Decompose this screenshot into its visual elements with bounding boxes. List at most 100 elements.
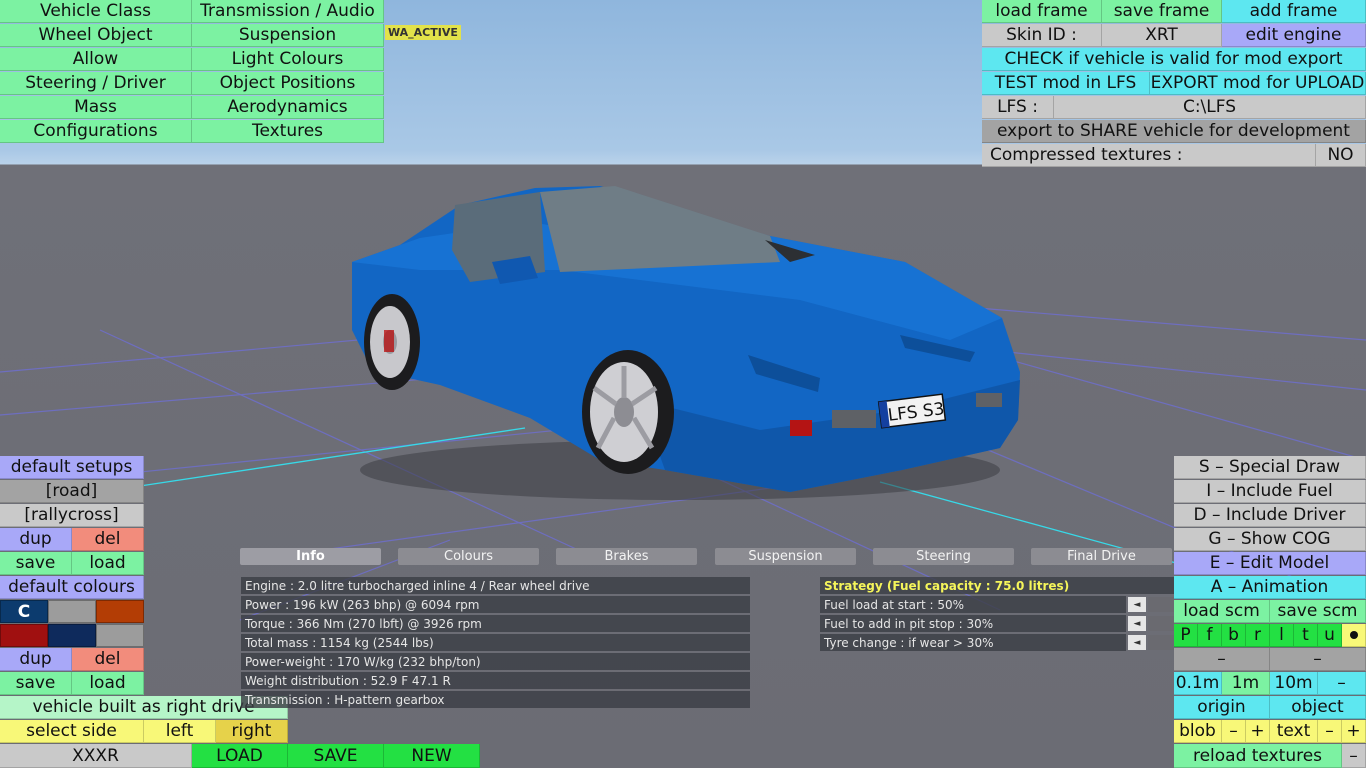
- strategy-fuel-pit: Fuel to add in pit stop : 30%: [820, 615, 1126, 632]
- step-minus-button[interactable]: –: [1318, 672, 1366, 695]
- menu-light-colours[interactable]: Light Colours: [192, 48, 384, 71]
- tab-final-drive[interactable]: Final Drive: [1031, 548, 1172, 565]
- tyre-change-slider[interactable]: [1148, 635, 1174, 650]
- strategy-tyre-change: Tyre change : if wear > 30%: [820, 634, 1126, 651]
- menu-vehicle-class[interactable]: Vehicle Class: [0, 0, 192, 23]
- front-wheel: [582, 350, 674, 474]
- view-l-button[interactable]: l: [1270, 624, 1294, 647]
- colour-swatch-5[interactable]: [48, 624, 96, 647]
- colours-del-button[interactable]: del: [72, 648, 144, 671]
- menu-textures[interactable]: Textures: [192, 120, 384, 143]
- test-mod-button[interactable]: TEST mod in LFS: [982, 72, 1150, 95]
- menu-transmission-audio[interactable]: Transmission / Audio: [192, 0, 384, 23]
- setup-rallycross[interactable]: [rallycross]: [0, 504, 144, 527]
- reload-textures-button[interactable]: reload textures: [1174, 744, 1342, 768]
- text-plus-button[interactable]: +: [1342, 720, 1366, 743]
- setup-load-button[interactable]: load: [72, 552, 144, 575]
- setup-save-button[interactable]: save: [0, 552, 72, 575]
- reload-minus-button[interactable]: –: [1342, 744, 1366, 768]
- fuel-pit-decrease-icon[interactable]: ◄: [1128, 616, 1146, 631]
- colour-swatch-6[interactable]: [96, 624, 144, 647]
- tab-info[interactable]: Info: [240, 548, 381, 565]
- save-button[interactable]: SAVE: [288, 744, 384, 768]
- menu-steering-driver[interactable]: Steering / Driver: [0, 72, 192, 95]
- view-u-button[interactable]: u: [1318, 624, 1342, 647]
- save-frame-button[interactable]: save frame: [1102, 0, 1222, 23]
- step-1m-button[interactable]: 1m: [1222, 672, 1270, 695]
- menu-mass[interactable]: Mass: [0, 96, 192, 119]
- skin-id-field[interactable]: XRT: [1102, 24, 1222, 47]
- step-0-1m-button[interactable]: 0.1m: [1174, 672, 1222, 695]
- colours-save-button[interactable]: save: [0, 672, 72, 695]
- dot-toggle[interactable]: [1342, 624, 1366, 647]
- tyre-change-decrease-icon[interactable]: ◄: [1128, 635, 1146, 650]
- info-power: Power : 196 kW (263 bhp) @ 6094 rpm: [241, 596, 750, 613]
- new-button[interactable]: NEW: [384, 744, 480, 768]
- object-button[interactable]: object: [1270, 696, 1366, 719]
- colour-swatch-2[interactable]: [48, 600, 96, 623]
- colours-load-button[interactable]: load: [72, 672, 144, 695]
- menu-aerodynamics[interactable]: Aerodynamics: [192, 96, 384, 119]
- step-10m-button[interactable]: 10m: [1270, 672, 1318, 695]
- view-t-button[interactable]: t: [1294, 624, 1318, 647]
- compressed-textures-toggle[interactable]: NO: [1316, 144, 1366, 167]
- edit-engine-button[interactable]: edit engine: [1222, 24, 1366, 47]
- vehicle-name-field[interactable]: XXXR: [0, 744, 192, 768]
- export-mod-button[interactable]: EXPORT mod for UPLOAD: [1150, 72, 1366, 95]
- side-right-button[interactable]: right: [216, 720, 288, 743]
- check-valid-button[interactable]: CHECK if vehicle is valid for mod export: [982, 48, 1366, 71]
- blob-minus-button[interactable]: –: [1222, 720, 1246, 743]
- include-driver-button[interactable]: D – Include Driver: [1174, 504, 1366, 527]
- save-scm-button[interactable]: save scm: [1270, 600, 1366, 623]
- colour-swatch-1[interactable]: C: [0, 600, 48, 623]
- setup-road[interactable]: [road]: [0, 480, 144, 503]
- load-button[interactable]: LOAD: [192, 744, 288, 768]
- info-total-mass: Total mass : 1154 kg (2544 lbs): [241, 634, 750, 651]
- edit-model-button[interactable]: E – Edit Model: [1174, 552, 1366, 575]
- blob-plus-button[interactable]: +: [1246, 720, 1270, 743]
- setup-dup-button[interactable]: dup: [0, 528, 72, 551]
- view-b-button[interactable]: b: [1222, 624, 1246, 647]
- menu-object-positions[interactable]: Object Positions: [192, 72, 384, 95]
- info-weight-distribution: Weight distribution : 52.9 F 47.1 R: [241, 672, 750, 689]
- info-power-weight: Power-weight : 170 W/kg (232 bhp/ton): [241, 653, 750, 670]
- lfs-label: LFS :: [982, 96, 1054, 119]
- setup-del-button[interactable]: del: [72, 528, 144, 551]
- car-model: LFS S3: [352, 186, 1020, 500]
- tab-suspension[interactable]: Suspension: [715, 548, 856, 565]
- view-f-button[interactable]: f: [1198, 624, 1222, 647]
- add-frame-button[interactable]: add frame: [1222, 0, 1366, 23]
- colour-swatch-4[interactable]: [0, 624, 48, 647]
- origin-button[interactable]: origin: [1174, 696, 1270, 719]
- strategy-title: Strategy (Fuel capacity : 75.0 litres): [820, 577, 1174, 594]
- side-left-button[interactable]: left: [144, 720, 216, 743]
- special-draw-button[interactable]: S – Special Draw: [1174, 456, 1366, 479]
- load-frame-button[interactable]: load frame: [982, 0, 1102, 23]
- tab-brakes[interactable]: Brakes: [556, 548, 697, 565]
- export-share-button[interactable]: export to SHARE vehicle for development: [982, 120, 1366, 143]
- fuel-start-decrease-icon[interactable]: ◄: [1128, 597, 1146, 612]
- text-minus-button[interactable]: –: [1318, 720, 1342, 743]
- include-fuel-button[interactable]: I – Include Fuel: [1174, 480, 1366, 503]
- menu-configurations[interactable]: Configurations: [0, 120, 192, 143]
- view-p-button[interactable]: P: [1174, 624, 1198, 647]
- strategy-fuel-start: Fuel load at start : 50%: [820, 596, 1126, 613]
- dash-left-button[interactable]: –: [1174, 648, 1270, 671]
- colours-dup-button[interactable]: dup: [0, 648, 72, 671]
- dash-right-button[interactable]: –: [1270, 648, 1366, 671]
- colour-swatch-3[interactable]: [96, 600, 144, 623]
- view-r-button[interactable]: r: [1246, 624, 1270, 647]
- menu-wheel-object[interactable]: Wheel Object: [0, 24, 192, 47]
- info-torque: Torque : 366 Nm (270 lbft) @ 3926 rpm: [241, 615, 750, 632]
- tab-colours[interactable]: Colours: [398, 548, 539, 565]
- load-scm-button[interactable]: load scm: [1174, 600, 1270, 623]
- fuel-start-slider[interactable]: [1148, 597, 1174, 612]
- menu-suspension[interactable]: Suspension: [192, 24, 384, 47]
- lfs-path-field[interactable]: C:\LFS: [1054, 96, 1366, 119]
- tab-steering[interactable]: Steering: [873, 548, 1014, 565]
- show-cog-button[interactable]: G – Show COG: [1174, 528, 1366, 551]
- menu-allow[interactable]: Allow: [0, 48, 192, 71]
- animation-button[interactable]: A – Animation: [1174, 576, 1366, 599]
- active-tag: WA_ACTIVE: [385, 25, 461, 40]
- fuel-pit-slider[interactable]: [1148, 616, 1174, 631]
